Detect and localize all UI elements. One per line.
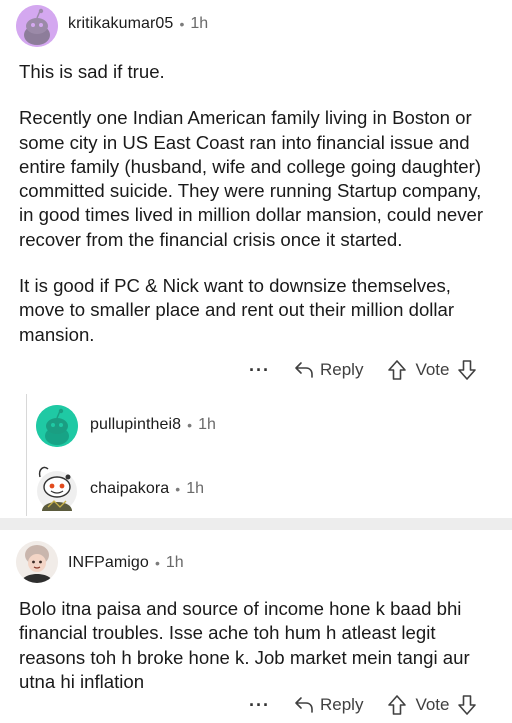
downvote-icon[interactable]	[457, 359, 477, 381]
comment-paragraph: Recently one Indian American family livi…	[19, 107, 484, 250]
upvote-icon[interactable]	[387, 359, 407, 381]
comment-paragraph: It is good if PC & Nick want to downsize…	[19, 275, 455, 345]
vote-label: Vote	[415, 695, 450, 714]
comment-meta: kritikakumar05 • 1h	[68, 15, 208, 33]
comment-paragraph: This is sad if true.	[19, 61, 165, 82]
reply-button[interactable]: Reply	[294, 360, 363, 380]
thread-line[interactable]	[26, 394, 27, 516]
reply-label: Reply	[319, 695, 364, 714]
reply-meta: chaipakora • 1h	[90, 480, 204, 498]
username[interactable]: chaipakora	[90, 480, 169, 498]
avatar[interactable]	[36, 405, 78, 447]
meta-separator: •	[154, 555, 160, 571]
reply-icon	[295, 697, 313, 713]
meta-separator: •	[175, 481, 181, 497]
meta-separator: •	[179, 16, 185, 32]
snoo-avatar-icon	[16, 5, 58, 47]
timestamp: 1h	[186, 480, 204, 497]
reply-icon	[295, 362, 313, 378]
comment-body: Bolo itna paisa and source of income hon…	[19, 597, 499, 694]
comment-actions: ··· Reply Vote	[249, 694, 477, 716]
username[interactable]: kritikakumar05	[68, 15, 173, 33]
comment-separator	[0, 518, 512, 530]
reply-label: Reply	[319, 360, 364, 379]
username[interactable]: pullupinthei8	[90, 416, 181, 434]
vote-control: Vote	[387, 359, 476, 381]
downvote-icon[interactable]	[457, 694, 477, 716]
comment-paragraph: Bolo itna paisa and source of income hon…	[19, 598, 470, 692]
timestamp: 1h	[198, 416, 216, 433]
avatar[interactable]	[34, 461, 80, 513]
meta-separator: •	[187, 417, 193, 433]
timestamp: 1h	[190, 15, 209, 32]
more-options-button[interactable]: ···	[249, 360, 270, 381]
snoo-avatar-icon	[36, 405, 78, 447]
comment-body: This is sad if true. Recently one Indian…	[19, 60, 499, 347]
upvote-icon[interactable]	[387, 694, 407, 716]
comment-meta: INFPamigo • 1h	[68, 554, 184, 572]
snoo-avatar-icon	[37, 466, 77, 511]
reply-button[interactable]: Reply	[294, 695, 363, 715]
vote-label: Vote	[415, 360, 450, 379]
reply-meta: pullupinthei8 • 1h	[90, 416, 216, 434]
comment-actions: ··· Reply Vote	[249, 359, 477, 381]
avatar[interactable]	[16, 541, 58, 583]
vote-control: Vote	[387, 694, 476, 716]
avatar[interactable]	[16, 5, 58, 47]
username[interactable]: INFPamigo	[68, 554, 149, 572]
snoo-avatar-icon	[16, 541, 58, 583]
timestamp: 1h	[165, 554, 184, 571]
more-options-button[interactable]: ···	[249, 695, 270, 716]
